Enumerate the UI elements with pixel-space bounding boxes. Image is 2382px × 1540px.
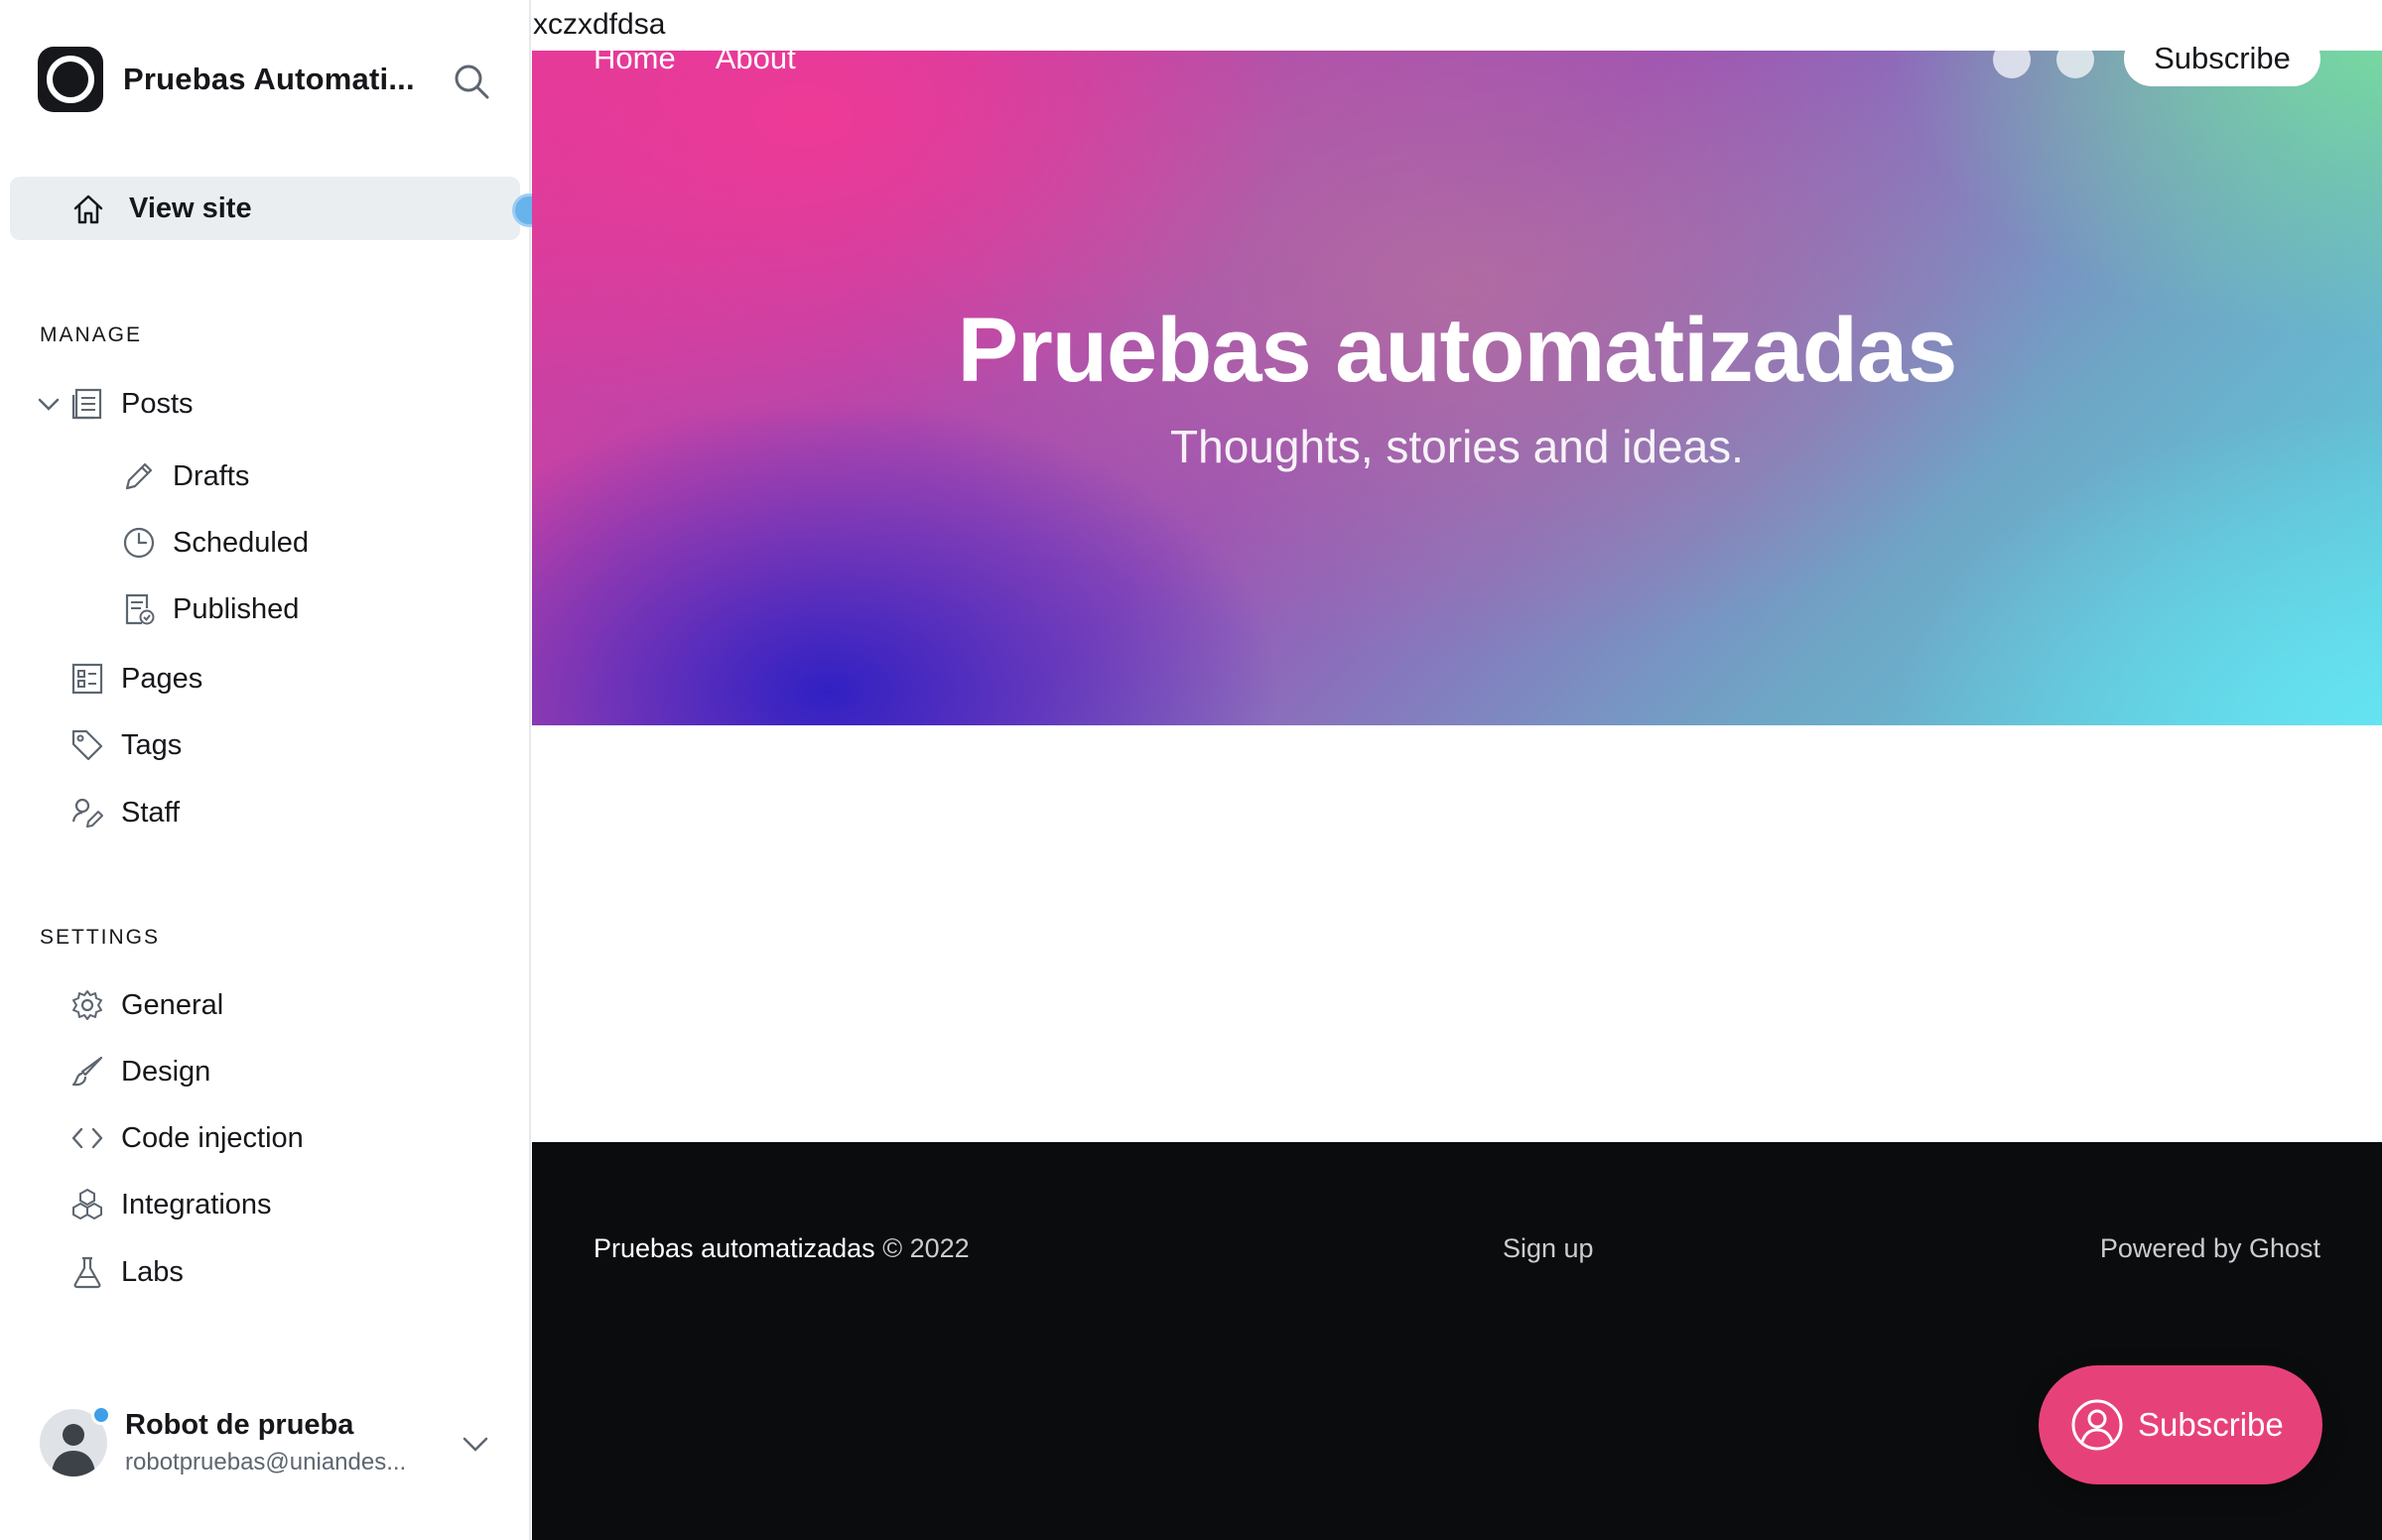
- site-logo: [38, 47, 103, 112]
- scheduled-label: Scheduled: [173, 526, 310, 559]
- settings-heading: SETTINGS: [40, 926, 161, 949]
- integrations-icon: [69, 1187, 105, 1222]
- notification-dot: [91, 1405, 111, 1425]
- drafts-label: Drafts: [173, 459, 250, 492]
- flask-icon: [69, 1254, 105, 1290]
- integrations-label: Integrations: [121, 1188, 272, 1220]
- site-title: Pruebas Automati...: [123, 62, 415, 96]
- sidebar-item-tags[interactable]: Tags: [69, 720, 182, 770]
- user-email: robotpruebas@uniandes...: [125, 1449, 407, 1476]
- tags-label: Tags: [121, 728, 183, 761]
- twitter-icon[interactable]: [2056, 41, 2094, 78]
- user-name: Robot de prueba: [125, 1409, 354, 1441]
- footer-signup-link[interactable]: Sign up: [1503, 1233, 1594, 1264]
- user-menu[interactable]: Robot de prueba robotpruebas@uniandes...: [40, 1403, 506, 1482]
- footer-site-name[interactable]: Pruebas automatizadas: [594, 1233, 875, 1263]
- sidebar-item-staff[interactable]: Staff: [69, 788, 180, 837]
- sidebar-item-general[interactable]: General: [69, 980, 223, 1030]
- sidebar-item-pages[interactable]: Pages: [69, 654, 202, 704]
- chevron-down-icon[interactable]: [461, 1429, 490, 1459]
- published-icon: [121, 591, 157, 627]
- posts-icon: [69, 386, 105, 422]
- code-injection-label: Code injection: [121, 1121, 304, 1154]
- brush-icon: [69, 1054, 105, 1090]
- staff-label: Staff: [121, 796, 181, 829]
- view-site-label: View site: [129, 192, 252, 224]
- top-text: xczxdfdsa: [533, 8, 666, 41]
- chevron-down-icon[interactable]: [36, 391, 62, 417]
- hero-title: Pruebas automatizadas: [957, 300, 1958, 401]
- user-circle-icon: [2070, 1398, 2124, 1452]
- footer-copyright: Pruebas automatizadas © 2022: [594, 1233, 970, 1264]
- staff-icon: [69, 795, 105, 831]
- design-label: Design: [121, 1055, 211, 1088]
- view-site-button[interactable]: View site: [10, 177, 520, 240]
- header-subscribe-button[interactable]: Subscribe: [2124, 31, 2320, 86]
- tag-icon: [69, 727, 105, 763]
- sidebar-item-posts[interactable]: Posts: [69, 379, 194, 429]
- footer-powered-by[interactable]: Powered by Ghost: [2100, 1233, 2320, 1264]
- manage-heading: MANAGE: [40, 323, 143, 346]
- pages-icon: [69, 661, 105, 697]
- search-icon[interactable]: [452, 62, 491, 101]
- code-icon: [69, 1120, 105, 1156]
- site-preview: Home About Subscribe Pruebas automatizad…: [532, 0, 2382, 1540]
- portal-subscribe-label: Subscribe: [2138, 1406, 2284, 1443]
- nav-home-link[interactable]: Home: [594, 41, 676, 76]
- footer-year: © 2022: [882, 1233, 970, 1263]
- general-label: General: [121, 988, 224, 1021]
- hero-subtitle: Thoughts, stories and ideas.: [1170, 421, 1744, 472]
- sidebar-item-integrations[interactable]: Integrations: [69, 1180, 272, 1229]
- facebook-icon[interactable]: [1993, 41, 2031, 78]
- posts-label: Posts: [121, 387, 194, 420]
- home-icon: [71, 192, 105, 226]
- brand: Pruebas Automati...: [38, 46, 421, 113]
- labs-label: Labs: [121, 1255, 184, 1288]
- gear-icon: [69, 987, 105, 1023]
- published-label: Published: [173, 592, 300, 625]
- clock-icon: [121, 525, 157, 561]
- sidebar-item-drafts[interactable]: Drafts: [121, 451, 249, 501]
- sidebar-item-code-injection[interactable]: Code injection: [69, 1113, 304, 1163]
- sidebar-item-design[interactable]: Design: [69, 1047, 210, 1096]
- pages-label: Pages: [121, 662, 203, 695]
- hero-section: Home About Subscribe Pruebas automatizad…: [532, 31, 2382, 725]
- sidebar-item-scheduled[interactable]: Scheduled: [121, 518, 309, 568]
- pencil-icon: [121, 458, 157, 494]
- sidebar-item-labs[interactable]: Labs: [69, 1247, 184, 1297]
- site-nav: Home About: [594, 41, 796, 76]
- nav-about-link[interactable]: About: [716, 41, 796, 76]
- portal-subscribe-button[interactable]: Subscribe: [2039, 1365, 2322, 1484]
- admin-sidebar: Pruebas Automati... View site MANAGE Pos…: [0, 0, 546, 1540]
- sidebar-item-published[interactable]: Published: [121, 584, 299, 634]
